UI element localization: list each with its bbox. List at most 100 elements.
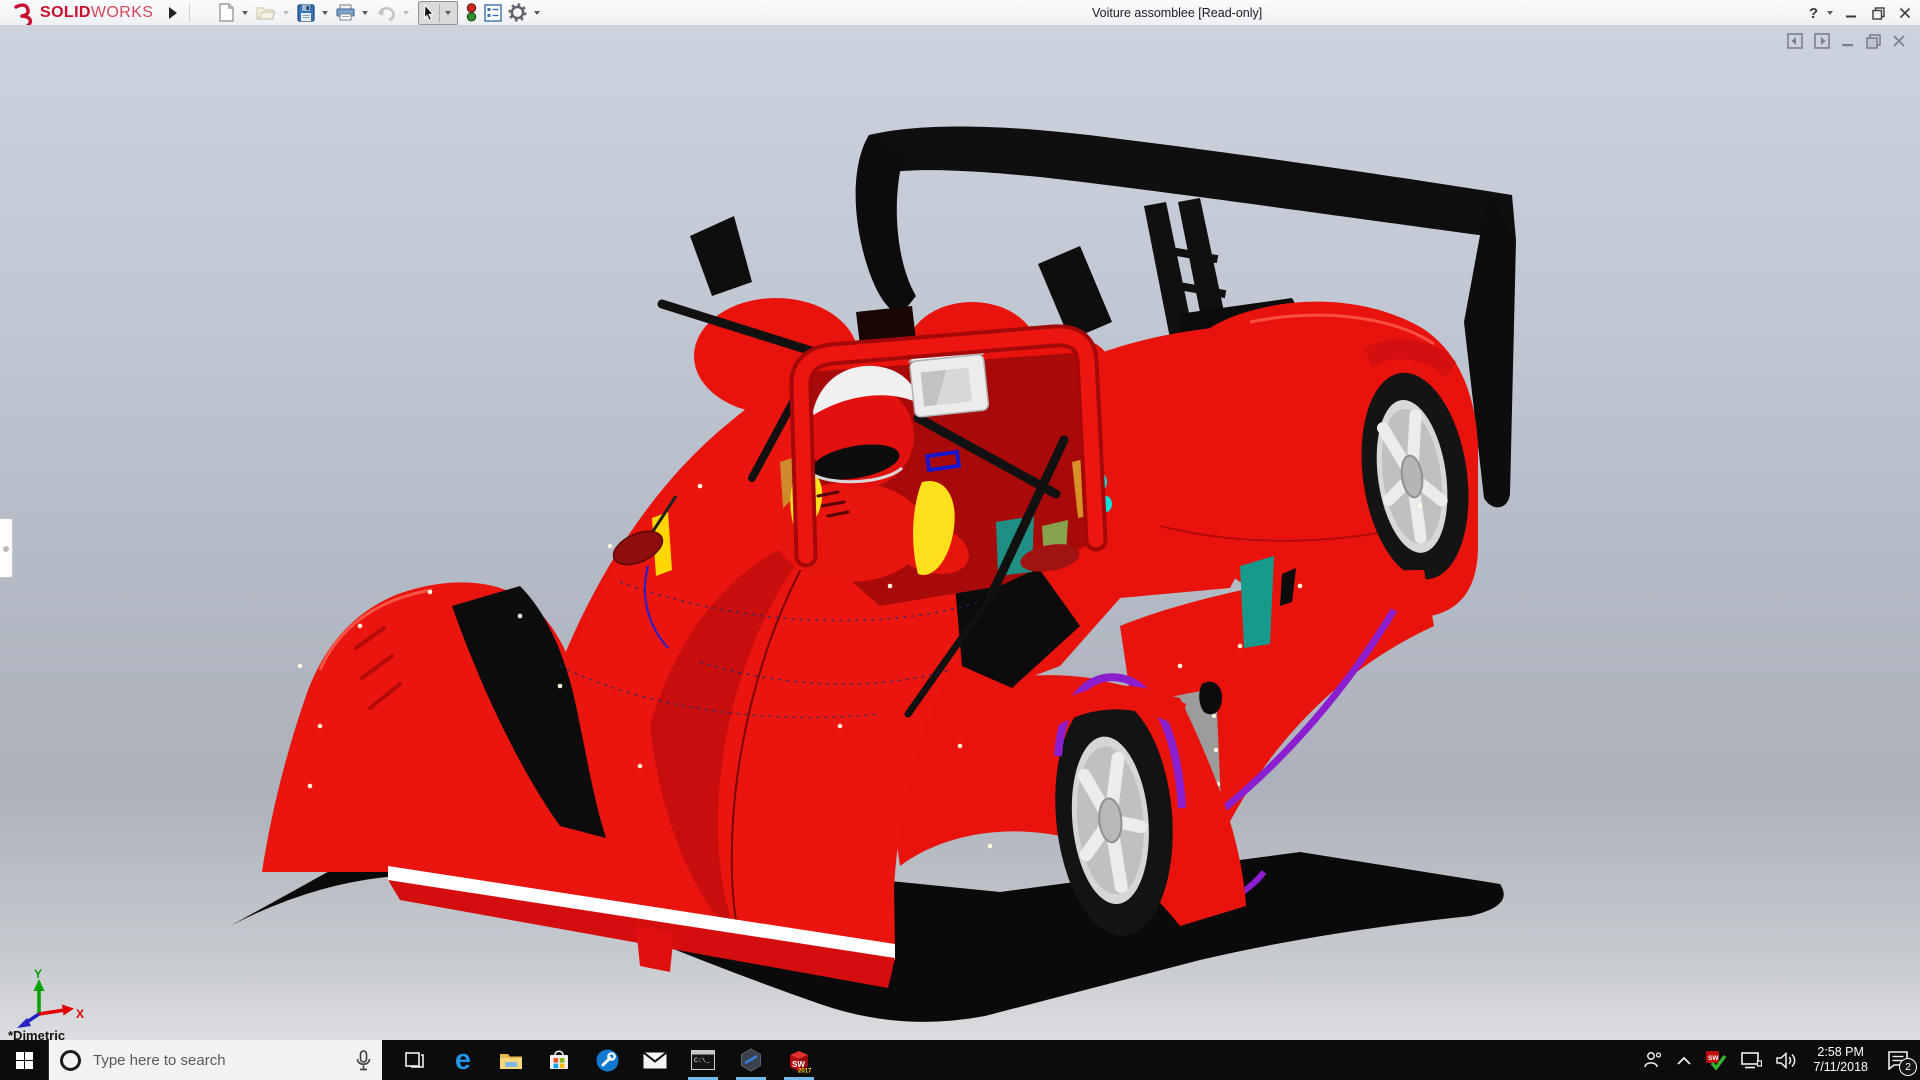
select-split-divider <box>439 4 440 22</box>
taskbar-search-input[interactable]: Type here to search <box>48 1040 382 1080</box>
doc-restore-button[interactable] <box>1866 34 1881 49</box>
undo-arrow-icon <box>376 5 396 21</box>
help-caret[interactable] <box>1827 11 1833 15</box>
task-view-button[interactable] <box>391 1040 439 1080</box>
network-icon <box>1741 1052 1762 1069</box>
chevron-up-icon <box>1677 1056 1691 1065</box>
solidworks-monitor-tray[interactable]: SW <box>1698 1040 1734 1080</box>
print-icon <box>336 4 355 21</box>
close-icon <box>1899 7 1911 19</box>
volume-tray[interactable] <box>1769 1040 1805 1080</box>
solidworks-app-button[interactable]: SW 2017 <box>775 1040 823 1080</box>
graphics-viewport[interactable]: Y X *Dimetric <box>0 26 1920 1040</box>
document-window-controls <box>1787 33 1906 49</box>
solidworks-check-icon: SW <box>1705 1050 1727 1070</box>
options-button[interactable] <box>506 1 529 25</box>
solidworks-app-icon: SW 2017 <box>786 1047 812 1073</box>
network-tray[interactable] <box>1734 1040 1769 1080</box>
brand-light: WORKS <box>91 4 153 21</box>
windows-logo-icon <box>16 1052 33 1069</box>
file-properties-button[interactable] <box>482 1 504 25</box>
rebuild-button[interactable] <box>463 1 480 25</box>
new-document-icon <box>218 3 235 22</box>
open-document-button[interactable] <box>254 1 278 25</box>
cortana-icon[interactable] <box>60 1050 81 1071</box>
new-document-button[interactable] <box>216 1 237 25</box>
race-car-model[interactable] <box>0 26 1920 1040</box>
sw-year: 2017 <box>798 1069 812 1074</box>
gear-icon <box>508 3 527 22</box>
open-document-caret[interactable] <box>283 11 289 15</box>
wrench-circle-icon <box>596 1049 619 1072</box>
start-button[interactable] <box>0 1040 48 1080</box>
triad-y-label: Y <box>34 967 42 981</box>
people-button[interactable] <box>1636 1040 1670 1080</box>
doc-close-button[interactable] <box>1892 34 1906 48</box>
undo-button[interactable] <box>374 1 398 25</box>
hexagon-app-icon <box>739 1048 763 1072</box>
options-caret[interactable] <box>534 11 540 15</box>
command-prompt-icon: C:\_ <box>691 1050 715 1070</box>
save-button[interactable] <box>295 1 317 25</box>
action-center-button[interactable]: 2 <box>1876 1040 1920 1080</box>
print-caret[interactable] <box>362 11 368 15</box>
minimize-button[interactable] <box>1842 4 1860 22</box>
file-explorer-button[interactable] <box>487 1040 535 1080</box>
print-button[interactable] <box>334 1 357 25</box>
mail-icon <box>643 1052 667 1069</box>
cmd-prompt-text: C:\_ <box>694 1057 710 1064</box>
pane-collapse-left-button[interactable] <box>1787 33 1803 49</box>
window-title: Voiture assomblee [Read-only] <box>1092 6 1262 20</box>
select-cursor-icon <box>421 4 437 22</box>
doc-minimize-button[interactable] <box>1841 34 1855 48</box>
titlebar: SOLIDWORKS <box>0 0 1920 26</box>
store-icon <box>548 1049 570 1071</box>
solidworks-wordmark: SOLIDWORKS <box>40 4 153 22</box>
minimize-icon <box>1845 7 1857 19</box>
mail-button[interactable] <box>631 1040 679 1080</box>
undo-caret[interactable] <box>403 11 409 15</box>
edge-button[interactable]: e <box>439 1040 487 1080</box>
triad-x-label: X <box>76 1007 84 1021</box>
tools-button[interactable] <box>583 1040 631 1080</box>
people-icon <box>1643 1051 1663 1069</box>
toolbar-separator <box>189 4 190 22</box>
edge-icon: e <box>455 1046 471 1075</box>
side-intake-teal <box>1240 556 1274 648</box>
open-folder-icon <box>256 4 276 21</box>
pane-collapse-right-button[interactable] <box>1814 33 1830 49</box>
desktop-screen: SOLIDWORKS <box>0 0 1920 1080</box>
new-document-caret[interactable] <box>242 11 248 15</box>
search-placeholder: Type here to search <box>93 1052 356 1069</box>
menu-flyout-arrow[interactable] <box>169 7 177 19</box>
system-tray: SW 2:58 PM 7/11/2018 <box>1636 1040 1920 1080</box>
microphone-icon[interactable] <box>356 1050 371 1071</box>
restore-button[interactable] <box>1869 4 1887 22</box>
notification-badge: 2 <box>1899 1058 1917 1076</box>
select-tool-button[interactable] <box>418 1 458 25</box>
hexagon-app-button[interactable] <box>727 1040 775 1080</box>
splitter-post <box>636 926 674 972</box>
windows-taskbar: Type here to search e <box>0 1040 1920 1080</box>
save-caret[interactable] <box>322 11 328 15</box>
solidworks-logo-icon <box>10 1 36 25</box>
store-button[interactable] <box>535 1040 583 1080</box>
clock-date: 7/11/2018 <box>1813 1060 1868 1075</box>
task-view-icon <box>405 1050 425 1070</box>
speaker-icon <box>1776 1052 1798 1069</box>
feature-manager-collapsed-tab[interactable] <box>0 518 13 578</box>
help-button[interactable]: ? <box>1809 5 1818 22</box>
brand-bold: SOLID <box>40 4 91 21</box>
hidden-icons-button[interactable] <box>1670 1040 1698 1080</box>
clock-time: 2:58 PM <box>1813 1045 1868 1060</box>
solidworks-logo: SOLIDWORKS <box>0 1 153 25</box>
window-controls: ? <box>1809 0 1914 26</box>
command-prompt-button[interactable]: C:\_ <box>679 1040 727 1080</box>
main-toolbar <box>216 1 544 25</box>
taskbar-apps: e <box>391 1040 823 1080</box>
taskbar-clock[interactable]: 2:58 PM 7/11/2018 <box>1805 1045 1876 1075</box>
traffic-light-icon <box>465 3 478 22</box>
close-button[interactable] <box>1896 4 1914 22</box>
orientation-triad: Y X <box>12 966 90 1030</box>
select-tool-caret[interactable] <box>445 11 451 15</box>
